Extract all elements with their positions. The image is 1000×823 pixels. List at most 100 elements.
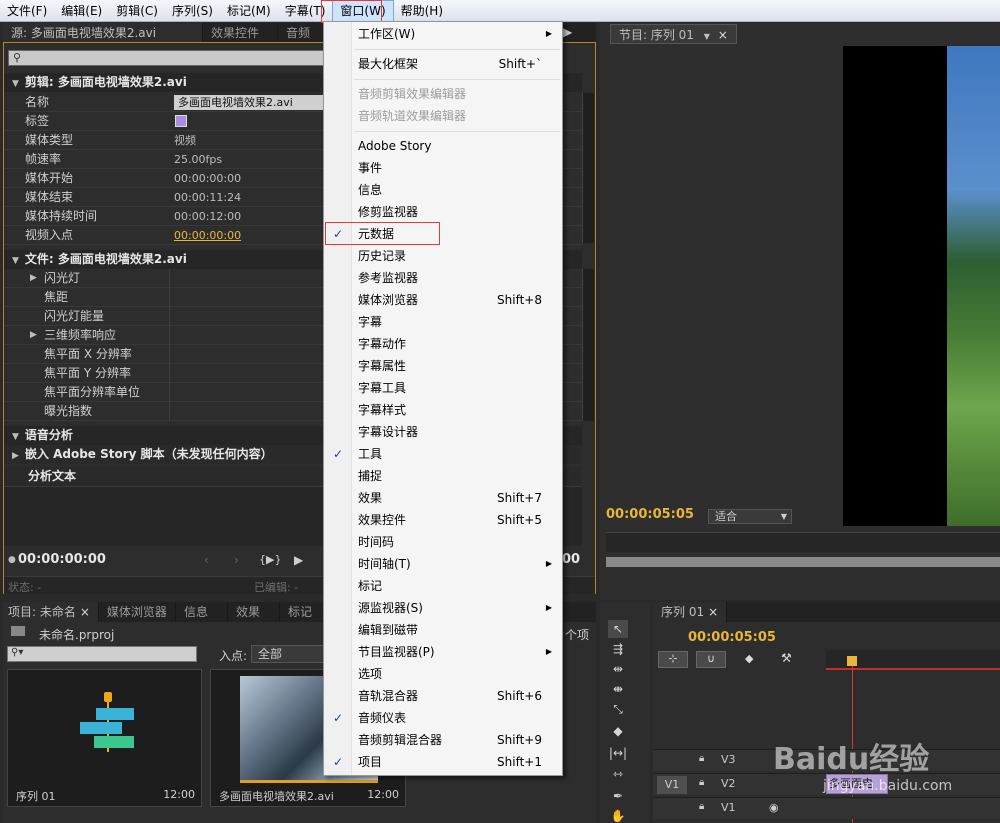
menu-item[interactable]: 效果控件 Shift+5 bbox=[324, 509, 562, 531]
selection-tool-icon[interactable]: ↖ bbox=[608, 620, 628, 638]
menu-item[interactable]: 捕捉 bbox=[324, 465, 562, 487]
metadata-value[interactable]: 多画面电视墙效果2.avi bbox=[174, 95, 334, 110]
menu-item[interactable]: 标记 bbox=[324, 575, 562, 597]
label-color-swatch[interactable] bbox=[175, 115, 187, 127]
menu-item[interactable]: 信息 bbox=[324, 179, 562, 201]
menu-window[interactable]: 窗口(W) bbox=[332, 0, 394, 22]
menu-item[interactable]: 时间码 bbox=[324, 531, 562, 553]
tab-project[interactable]: 项目: 未命名 × bbox=[3, 602, 99, 622]
menu-item[interactable]: 节目监视器(P) ▶ bbox=[324, 641, 562, 663]
play-icon[interactable]: ▶ bbox=[294, 553, 303, 567]
menu-item[interactable]: 参考监视器 bbox=[324, 267, 562, 289]
menu-help[interactable]: 帮助(H) bbox=[394, 0, 450, 22]
track-v1[interactable]: 🔒︎ V1 ◉ bbox=[653, 797, 1000, 819]
lock-icon[interactable]: 🔒︎ bbox=[699, 801, 704, 812]
menu-item[interactable]: 最大化框架 Shift+` bbox=[324, 53, 562, 75]
hand-icon[interactable]: ✋ bbox=[608, 807, 628, 823]
menu-item[interactable]: ✓ 项目 Shift+1 bbox=[324, 751, 562, 773]
menu-file[interactable]: 文件(F) bbox=[0, 0, 54, 22]
expand-icon[interactable]: ▶ bbox=[30, 269, 37, 288]
metadata-value[interactable]: 00:00:00:00 bbox=[174, 226, 241, 245]
track-select-icon[interactable]: ⇶ bbox=[608, 640, 628, 658]
menu-item[interactable]: ✓ 工具 bbox=[324, 443, 562, 465]
menu-clip[interactable]: 剪辑(C) bbox=[109, 0, 165, 22]
menu-item[interactable]: ✓ 音频仪表 bbox=[324, 707, 562, 729]
menu-item[interactable]: 音频剪辑混合器 Shift+9 bbox=[324, 729, 562, 751]
tab-effect-controls[interactable]: 效果控件 bbox=[203, 23, 278, 43]
menu-edit[interactable]: 编辑(E) bbox=[54, 0, 109, 22]
tab-source[interactable]: 源: 多画面电视墙效果2.avi bbox=[3, 23, 203, 43]
menu-marker[interactable]: 标记(M) bbox=[220, 0, 278, 22]
inpoint-select[interactable]: 全部 bbox=[251, 645, 331, 663]
program-scrubber[interactable] bbox=[606, 532, 1000, 552]
menu-item[interactable]: 工作区(W) ▶ bbox=[324, 23, 562, 45]
tab-sequence[interactable]: 序列 01 × bbox=[653, 602, 728, 622]
menu-item[interactable]: 字幕设计器 bbox=[324, 421, 562, 443]
step-forward-icon[interactable]: › bbox=[234, 553, 239, 567]
clip-progress-bar bbox=[240, 780, 378, 783]
menu-item-label: 捕捉 bbox=[358, 469, 383, 483]
menu-item[interactable]: 修剪监视器 bbox=[324, 201, 562, 223]
close-icon[interactable]: × bbox=[718, 28, 728, 42]
pen-icon[interactable]: ✒ bbox=[608, 787, 628, 805]
rate-stretch-icon[interactable]: ⤡ bbox=[608, 700, 628, 718]
tab-effects[interactable]: 效果 bbox=[228, 602, 280, 622]
menu-item[interactable]: 时间轴(T) ▶ bbox=[324, 553, 562, 575]
menu-item[interactable]: 音轨混合器 Shift+6 bbox=[324, 685, 562, 707]
timeline-timecode[interactable]: 00:00:05:05 bbox=[688, 630, 776, 645]
wrench-icon[interactable]: ⚒ bbox=[781, 651, 792, 665]
clip-scrollbar[interactable] bbox=[582, 93, 594, 243]
menu-item[interactable]: 字幕动作 bbox=[324, 333, 562, 355]
menu-item[interactable]: 字幕工具 bbox=[324, 377, 562, 399]
add-marker-icon[interactable]: ◆ bbox=[745, 652, 753, 665]
tab-markers[interactable]: 标记 bbox=[280, 602, 325, 622]
tab-program[interactable]: 节目: 序列 01 ▼ × bbox=[610, 24, 737, 44]
menu-item[interactable]: 历史记录 bbox=[324, 245, 562, 267]
source-timecode[interactable]: 00:00:00:00 bbox=[18, 552, 106, 567]
watermark-logo: Baidu经验 bbox=[773, 742, 930, 777]
lock-icon[interactable]: 🔒︎ bbox=[699, 753, 704, 764]
eye-icon[interactable]: ◉ bbox=[769, 801, 779, 814]
tab-info[interactable]: 信息 bbox=[176, 602, 228, 622]
playhead-icon[interactable] bbox=[847, 656, 857, 666]
slide-icon[interactable]: ⇿ bbox=[608, 765, 628, 783]
snap-icon[interactable]: ⊹ bbox=[658, 651, 688, 668]
menu-item[interactable]: 字幕 bbox=[324, 311, 562, 333]
dropdown-icon[interactable]: ▼ bbox=[704, 32, 710, 41]
razor-icon[interactable]: ◆ bbox=[608, 722, 628, 740]
metadata-key: 媒体开始 bbox=[25, 171, 74, 185]
menu-item[interactable]: 事件 bbox=[324, 157, 562, 179]
magnet-icon[interactable]: ∪ bbox=[696, 651, 726, 668]
slip-icon[interactable]: |↔| bbox=[608, 744, 628, 762]
menu-item[interactable]: Adobe Story bbox=[324, 135, 562, 157]
source-patch[interactable]: V1 bbox=[657, 776, 687, 794]
metadata-search-input[interactable]: ⚲ bbox=[8, 50, 328, 66]
menu-item[interactable]: ✓ 元数据 bbox=[324, 223, 562, 245]
ripple-edit-icon[interactable]: ⇹ bbox=[608, 660, 628, 678]
play-inout-icon[interactable]: {▶} bbox=[259, 553, 281, 566]
menu-item[interactable]: 源监视器(S) ▶ bbox=[324, 597, 562, 619]
menu-item[interactable]: 编辑到磁带 bbox=[324, 619, 562, 641]
menu-item[interactable]: 字幕样式 bbox=[324, 399, 562, 421]
lock-icon[interactable]: 🔒︎ bbox=[699, 777, 704, 788]
fit-select[interactable]: 适合 ▼ bbox=[708, 509, 792, 524]
menu-sequence[interactable]: 序列(S) bbox=[165, 0, 220, 22]
menu-item[interactable]: 字幕属性 bbox=[324, 355, 562, 377]
menu-item[interactable]: 媒体浏览器 Shift+8 bbox=[324, 289, 562, 311]
thumbnail-sequence[interactable]: 序列 01 12:00 bbox=[7, 669, 202, 807]
program-zoom-bar[interactable] bbox=[606, 557, 1000, 567]
step-back-icon[interactable]: ‹ bbox=[204, 553, 209, 567]
sequence-icon bbox=[80, 692, 136, 754]
file-scrollbar[interactable] bbox=[582, 269, 594, 421]
menu-item[interactable]: 效果 Shift+7 bbox=[324, 487, 562, 509]
program-timecode[interactable]: 00:00:05:05 bbox=[606, 507, 694, 522]
menu-title[interactable]: 字幕(T) bbox=[278, 0, 333, 22]
tab-media-browser[interactable]: 媒体浏览器 bbox=[99, 602, 176, 622]
play-icon[interactable]: ▶ bbox=[563, 25, 572, 39]
menu-item[interactable]: 选项 bbox=[324, 663, 562, 685]
project-search-input[interactable]: ⚲▾ bbox=[7, 646, 197, 662]
rolling-edit-icon[interactable]: ⇼ bbox=[608, 680, 628, 698]
expand-icon[interactable]: ▶ bbox=[30, 326, 37, 345]
close-icon[interactable]: × bbox=[708, 605, 718, 619]
close-icon[interactable]: × bbox=[80, 605, 90, 619]
